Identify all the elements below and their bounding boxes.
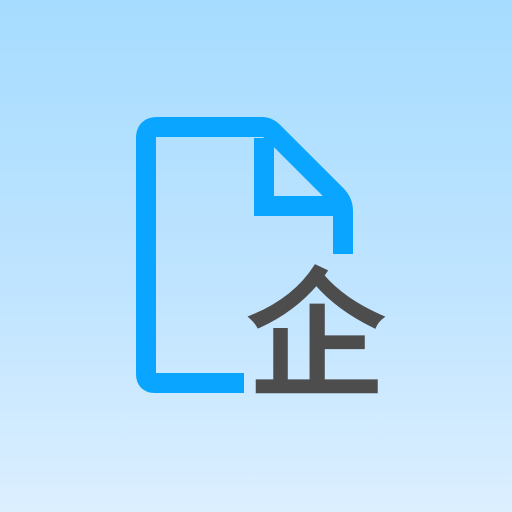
app-icon: 企 bbox=[0, 0, 512, 512]
badge-glyph: 企 bbox=[246, 256, 385, 417]
